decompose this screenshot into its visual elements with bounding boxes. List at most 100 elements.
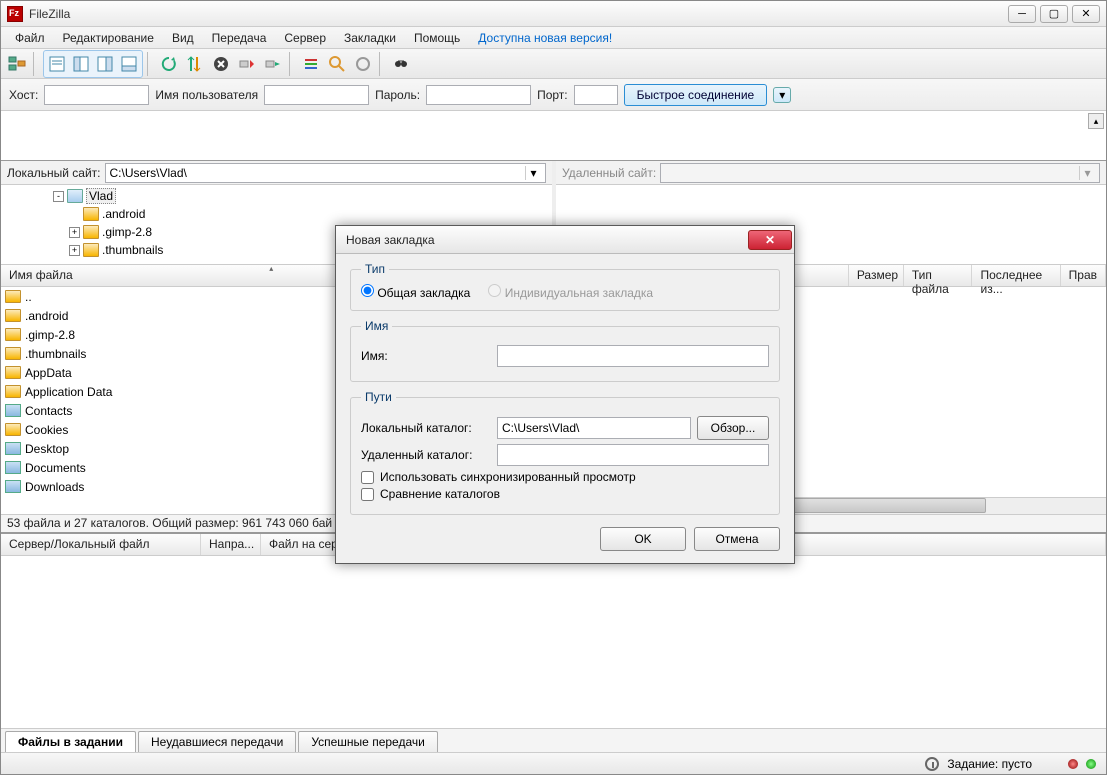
folder-icon [5, 347, 21, 360]
file-name: AppData [25, 366, 72, 380]
folder-icon [5, 366, 21, 379]
col-remote-perm[interactable]: Прав [1061, 265, 1106, 286]
menu-file[interactable]: Файл [7, 29, 53, 47]
menu-update-available[interactable]: Доступна новая версия! [470, 29, 620, 47]
refresh-icon[interactable] [157, 52, 181, 76]
reconnect-icon[interactable] [261, 52, 285, 76]
log-scroll-up[interactable]: ▴ [1088, 113, 1104, 129]
cancel-icon[interactable] [209, 52, 233, 76]
compare-label: Сравнение каталогов [380, 487, 500, 501]
tab-failed[interactable]: Неудавшиеся передачи [138, 731, 296, 752]
toggle-log-icon[interactable] [45, 52, 69, 76]
menu-help[interactable]: Помощь [406, 29, 468, 47]
queue-body [1, 556, 1106, 728]
tree-toggle[interactable]: + [69, 245, 80, 256]
pass-input[interactable] [426, 85, 531, 105]
new-bookmark-dialog: Новая закладка ✕ Тип Общая закладка Инди… [335, 225, 795, 564]
chevron-down-icon[interactable]: ▾ [525, 166, 541, 180]
folder-icon [5, 423, 21, 436]
user-folder-icon [67, 189, 83, 203]
tree-toggle[interactable]: + [69, 227, 80, 238]
menu-server[interactable]: Сервер [276, 29, 334, 47]
quickconnect-button[interactable]: Быстрое соединение [624, 84, 768, 106]
dialog-close-button[interactable]: ✕ [748, 230, 792, 250]
tree-node[interactable]: .android [5, 205, 548, 223]
group-name-legend: Имя [361, 319, 392, 333]
radio-global-input[interactable] [361, 284, 374, 297]
local-site-label: Локальный сайт: [7, 166, 101, 180]
toggle-queue-icon[interactable] [117, 52, 141, 76]
filter-icon[interactable] [299, 52, 323, 76]
col-remote-type[interactable]: Тип файла [904, 265, 973, 286]
menu-edit[interactable]: Редактирование [55, 29, 162, 47]
col-q-direction[interactable]: Напра... [201, 534, 261, 555]
maximize-button[interactable]: ▢ [1040, 5, 1068, 23]
minimize-button[interactable]: ─ [1008, 5, 1036, 23]
menu-bookmarks[interactable]: Закладки [336, 29, 404, 47]
cancel-button[interactable]: Отмена [694, 527, 780, 551]
browse-button[interactable]: Обзор... [697, 416, 769, 440]
compare-checkbox[interactable] [361, 488, 374, 501]
sync-browse-icon[interactable] [351, 52, 375, 76]
app-icon [7, 6, 23, 22]
toggle-tree-icon[interactable] [69, 52, 93, 76]
menu-transfer[interactable]: Передача [204, 29, 275, 47]
group-name: Имя Имя: [350, 319, 780, 382]
host-label: Хост: [9, 88, 38, 102]
group-type-legend: Тип [361, 262, 389, 276]
local-path-value: C:\Users\Vlad\ [110, 166, 526, 180]
host-input[interactable] [44, 85, 149, 105]
tree-toggle[interactable]: - [53, 191, 64, 202]
file-name: Application Data [25, 385, 112, 399]
folder-icon [5, 480, 21, 493]
local-dir-label: Локальный каталог: [361, 421, 491, 435]
activity-led-recv [1068, 759, 1078, 769]
chevron-down-icon: ▾ [1079, 166, 1095, 180]
menu-view[interactable]: Вид [164, 29, 202, 47]
local-dir-input[interactable] [497, 417, 691, 439]
folder-icon [83, 207, 99, 221]
user-input[interactable] [264, 85, 369, 105]
statusbar: Задание: пусто [1, 752, 1106, 774]
queue-status: Задание: пусто [947, 757, 1032, 771]
disconnect-icon[interactable] [235, 52, 259, 76]
port-label: Порт: [537, 88, 568, 102]
folder-icon [5, 309, 21, 322]
compare-icon[interactable] [325, 52, 349, 76]
tree-label: Vlad [86, 188, 116, 204]
search-icon[interactable] [389, 52, 413, 76]
tree-label: .gimp-2.8 [102, 225, 152, 239]
name-input[interactable] [497, 345, 769, 367]
tab-queued[interactable]: Файлы в задании [5, 731, 136, 752]
toggle-remote-tree-icon[interactable] [93, 52, 117, 76]
toolbar [1, 49, 1106, 79]
folder-icon [5, 404, 21, 417]
port-input[interactable] [574, 85, 618, 105]
app-title: FileZilla [29, 7, 1008, 21]
titlebar: FileZilla ─ ▢ ✕ [1, 1, 1106, 27]
quickconnect-dropdown[interactable]: ▾ [773, 87, 791, 103]
col-remote-modified[interactable]: Последнее из... [972, 265, 1060, 286]
quickconnect-bar: Хост: Имя пользователя Пароль: Порт: Быс… [1, 79, 1106, 111]
remote-site-label: Удаленный сайт: [562, 166, 656, 180]
tree-node[interactable]: - Vlad [5, 187, 548, 205]
site-manager-icon[interactable] [5, 52, 29, 76]
ok-button[interactable]: OK [600, 527, 686, 551]
pass-label: Пароль: [375, 88, 420, 102]
radio-global[interactable]: Общая закладка [361, 284, 470, 300]
folder-icon [83, 243, 99, 257]
folder-icon [5, 290, 21, 303]
col-q-server[interactable]: Сервер/Локальный файл [1, 534, 201, 555]
process-queue-icon[interactable] [183, 52, 207, 76]
file-name: .thumbnails [25, 347, 86, 361]
queue-icon [925, 757, 939, 771]
tab-success[interactable]: Успешные передачи [298, 731, 438, 752]
close-button[interactable]: ✕ [1072, 5, 1100, 23]
file-name: Contacts [25, 404, 72, 418]
group-type: Тип Общая закладка Индивидуальная заклад… [350, 262, 780, 311]
sync-checkbox[interactable] [361, 471, 374, 484]
remote-dir-input[interactable] [497, 444, 769, 466]
col-remote-size[interactable]: Размер [849, 265, 904, 286]
remote-dir-label: Удаленный каталог: [361, 448, 491, 462]
local-path-combo[interactable]: C:\Users\Vlad\ ▾ [105, 163, 547, 183]
